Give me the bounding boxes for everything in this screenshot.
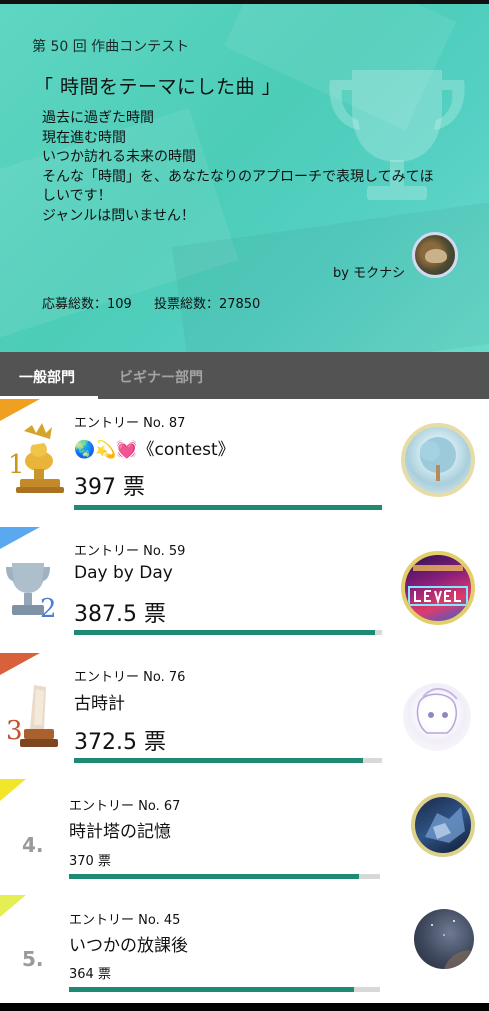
- ranking-list: 1 エントリー No. 87 🌏💫💓《contest》 397 票 2 エントリ…: [0, 399, 489, 1003]
- avatar-cat-shape: [425, 249, 447, 263]
- entry-number: エントリー No. 45: [69, 913, 181, 928]
- vote-bar-track: [74, 630, 382, 635]
- contest-description: 過去に過ぎた時間 現在進む時間 いつか訪れる未来の時間 そんな「時間」を、あなた…: [42, 109, 462, 226]
- ranking-item[interactable]: 5. エントリー No. 45 いつかの放課後 364 票: [0, 895, 489, 1003]
- tab-beginner[interactable]: ビギナー部門: [119, 367, 203, 387]
- rank-number: 4.: [22, 833, 44, 857]
- description-line: 現在進む時間: [42, 129, 126, 146]
- gold-trophy-icon: 1: [8, 423, 64, 493]
- ranking-item[interactable]: 2 エントリー No. 59 Day by Day 387.5 票: [0, 527, 489, 653]
- contest-author[interactable]: by モクナシ: [333, 262, 405, 281]
- night-sky-icon: [431, 920, 474, 969]
- rank-flag: [0, 653, 40, 675]
- entry-avatar[interactable]: [411, 793, 475, 857]
- entry-title: 時計塔の記憶: [69, 822, 171, 842]
- rank-number: 1: [8, 450, 25, 480]
- silver-trophy-icon: 2: [6, 563, 57, 623]
- entry-title: Day by Day: [74, 563, 173, 583]
- entry-votes: 370 票: [69, 854, 111, 869]
- category-tabs: 一般部門 ビギナー部門: [0, 352, 489, 399]
- rank-flag: [0, 527, 40, 549]
- tree-illustration-icon: [420, 437, 456, 481]
- description-line: ジャンルは問いません！: [42, 207, 195, 224]
- contest-title: 「 時間をテーマにした曲 」: [34, 76, 282, 98]
- rank-flag: [0, 895, 26, 917]
- robot-illustration-icon: [425, 807, 465, 843]
- entry-title: いつかの放課後: [69, 936, 188, 956]
- contest-number: 第 50 回 作曲コンテスト: [32, 39, 190, 55]
- rank-number: 5.: [22, 947, 44, 971]
- rank-flag: [0, 399, 40, 421]
- entry-number: エントリー No. 67: [69, 799, 181, 814]
- vote-bar-track: [74, 505, 382, 510]
- entry-avatar[interactable]: [414, 909, 474, 969]
- description-line: しいです！: [42, 188, 112, 204]
- rank-number: 2: [40, 594, 57, 623]
- entry-number: エントリー No. 87: [74, 416, 186, 431]
- entry-votes: 364 票: [69, 967, 111, 982]
- vote-bar-fill: [74, 758, 363, 763]
- vote-bar-track: [74, 758, 382, 763]
- ranking-item[interactable]: 1 エントリー No. 87 🌏💫💓《contest》 397 票: [0, 399, 489, 527]
- entry-avatar[interactable]: [401, 551, 475, 625]
- entry-number: エントリー No. 76: [74, 670, 186, 685]
- entry-number: エントリー No. 59: [74, 544, 186, 559]
- vote-bar-fill: [69, 874, 359, 879]
- sketch-character-icon: [416, 688, 458, 734]
- description-line: そんな「時間」を、あなたなりのアプローチで表現してみてほ: [42, 168, 434, 185]
- author-avatar[interactable]: [412, 232, 458, 278]
- vote-bar-fill: [74, 630, 375, 635]
- bronze-trophy-icon: 3: [6, 685, 58, 747]
- vote-bar-fill: [74, 505, 382, 510]
- entry-avatar[interactable]: [403, 683, 471, 751]
- applications-count: 応募総数：109: [42, 297, 132, 312]
- contest-stats: 応募総数：109 投票総数：27850: [42, 293, 278, 312]
- tab-general[interactable]: 一般部門: [19, 367, 75, 387]
- contest-header: 第 50 回 作曲コンテスト 「 時間をテーマにした曲 」 過去に過ぎた時間 現…: [0, 4, 489, 352]
- ranking-item[interactable]: 3 エントリー No. 76 古時計 372.5 票: [0, 653, 489, 779]
- entry-title: 🌏💫💓《contest》: [74, 440, 235, 460]
- entry-votes: 387.5 票: [74, 602, 166, 627]
- neon-level-icon: [408, 565, 468, 606]
- vote-bar-track: [69, 987, 380, 992]
- description-line: 過去に過ぎた時間: [42, 110, 154, 126]
- vote-bar-track: [69, 874, 380, 879]
- ranking-item[interactable]: 4. エントリー No. 67 時計塔の記憶 370 票: [0, 779, 489, 895]
- rank-flag: [0, 779, 26, 801]
- entry-title: 古時計: [74, 694, 125, 714]
- description-line: いつか訪れる未来の時間: [42, 149, 196, 165]
- votes-total-count: 投票総数：27850: [153, 297, 261, 312]
- entry-avatar[interactable]: [401, 423, 475, 497]
- entry-votes: 372.5 票: [74, 730, 166, 755]
- entry-votes: 397 票: [74, 475, 145, 500]
- vote-bar-fill: [69, 987, 355, 992]
- navigation-bar: [0, 1003, 489, 1011]
